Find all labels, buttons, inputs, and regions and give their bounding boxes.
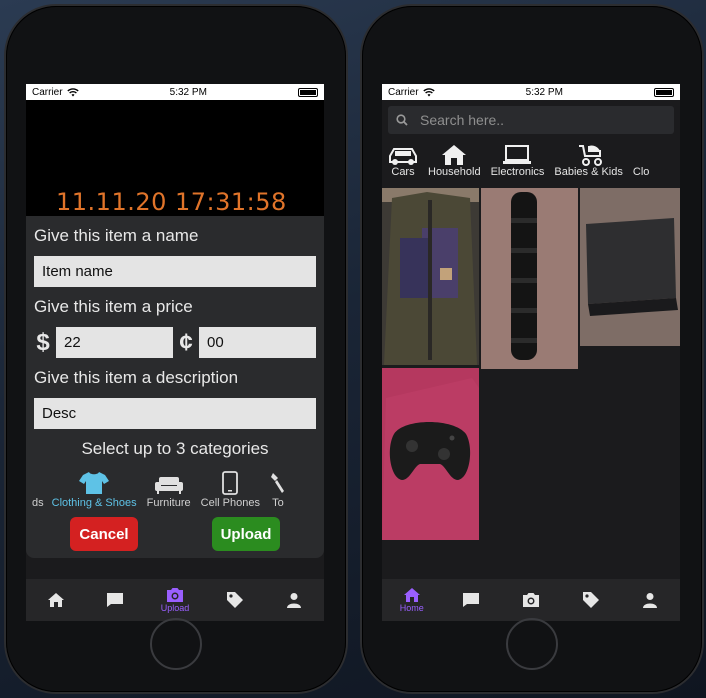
cent-symbol: ¢ [179, 328, 193, 356]
category-clothing-partial[interactable]: Clo [633, 166, 650, 178]
tab-home[interactable] [31, 592, 81, 608]
category-electronics[interactable]: Electronics [491, 144, 544, 178]
category-tools-partial[interactable]: To [270, 471, 286, 509]
foam-roller-photo [481, 188, 578, 369]
category-furniture[interactable]: Furniture [147, 475, 191, 509]
laptop-icon [503, 145, 532, 164]
right-screen: Carrier 5:32 PM Search here.. Cars House… [382, 84, 680, 621]
tab-profile[interactable] [625, 592, 675, 608]
wifi-icon [422, 87, 435, 96]
tab-bar: Home [382, 579, 680, 621]
tab-tags[interactable] [566, 591, 616, 609]
laptop-photo [580, 188, 680, 346]
person-icon [643, 593, 658, 608]
home-icon [403, 588, 420, 602]
carrier-label: Carrier [32, 86, 63, 98]
tab-upload[interactable]: Upload [150, 587, 200, 613]
battery-icon [298, 87, 318, 97]
tag-icon [226, 592, 243, 608]
name-label: Give this item a name [34, 226, 199, 245]
upload-form: Give this item a name Item name Give thi… [26, 216, 324, 558]
car-icon [389, 148, 417, 165]
cancel-button[interactable]: Cancel [70, 517, 138, 551]
home-hardware-button[interactable] [150, 618, 202, 670]
person-icon [287, 593, 302, 608]
category-cell-phones[interactable]: Cell Phones [201, 471, 260, 509]
left-screen: Carrier 5:32 PM 11.11.20 17:31:58 Give t… [26, 84, 324, 621]
tool-icon [270, 473, 284, 493]
category-household[interactable]: Household [428, 144, 481, 178]
tab-home-label: Home [399, 603, 424, 613]
clock: 5:32 PM [169, 86, 207, 98]
tab-messages[interactable] [90, 592, 140, 608]
clock: 5:32 PM [525, 86, 563, 98]
wifi-icon [66, 87, 79, 96]
categories-label: Select up to 3 categories [81, 439, 269, 458]
stroller-icon [578, 145, 602, 166]
camera-icon [522, 593, 539, 607]
camera-icon [166, 588, 183, 602]
house-icon [442, 145, 467, 165]
listing-foam-roller[interactable] [481, 188, 578, 369]
home-hardware-button[interactable] [506, 618, 558, 670]
listing-laptop[interactable] [580, 188, 680, 346]
category-kids-partial[interactable]: ds [32, 497, 44, 509]
search-input[interactable]: Search here.. [420, 112, 504, 128]
controller-photo [382, 368, 479, 540]
camera-preview[interactable]: 11.11.20 17:31:58 [26, 100, 324, 216]
sofa-icon [154, 477, 183, 494]
category-picker[interactable]: ds Clothing & Shoes Furniture Cell Phone… [32, 465, 316, 509]
dollar-field[interactable]: 22 [56, 327, 173, 358]
tab-bar: Upload [26, 579, 324, 621]
tag-icon [582, 592, 599, 608]
cent-field[interactable]: 00 [199, 327, 316, 358]
tab-profile[interactable] [269, 592, 319, 608]
status-bar: Carrier 5:32 PM [26, 84, 324, 100]
tab-home[interactable]: Home [387, 587, 437, 613]
category-babies-kids[interactable]: Babies & Kids [554, 144, 623, 178]
search-bar[interactable]: Search here.. [388, 106, 674, 134]
name-field[interactable]: Item name [34, 256, 316, 287]
search-icon [396, 114, 408, 126]
category-clothing-shoes[interactable]: Clothing & Shoes [52, 471, 137, 509]
category-cars[interactable]: Cars [388, 146, 418, 178]
right-phone: Carrier 5:32 PM Search here.. Cars House… [362, 6, 702, 692]
description-field[interactable]: Desc [34, 398, 316, 429]
category-bar[interactable]: Cars Household Electronics Babies & Kids… [382, 140, 680, 178]
chat-icon [463, 593, 480, 607]
price-label: Give this item a price [34, 297, 193, 316]
shirt-icon [79, 472, 110, 494]
home-icon [47, 593, 64, 607]
price-row: $ 22 ¢ 00 [34, 327, 316, 358]
upload-button[interactable]: Upload [212, 517, 280, 551]
tab-messages[interactable] [446, 592, 496, 608]
form-actions: Cancel Upload [34, 509, 316, 551]
tab-upload[interactable] [506, 592, 556, 608]
battery-icon [654, 87, 674, 97]
jacket-photo [382, 188, 479, 365]
camera-timestamp: 11.11.20 17:31:58 [56, 188, 287, 216]
left-phone: Carrier 5:32 PM 11.11.20 17:31:58 Give t… [6, 6, 346, 692]
phone-icon [222, 471, 239, 495]
listing-controller[interactable] [382, 368, 479, 540]
carrier-label: Carrier [388, 86, 419, 98]
tab-upload-label: Upload [160, 603, 190, 613]
description-label: Give this item a description [34, 368, 239, 387]
tab-tags[interactable] [210, 591, 260, 609]
status-bar: Carrier 5:32 PM [382, 84, 680, 100]
listing-jacket[interactable] [382, 188, 479, 365]
dollar-symbol: $ [36, 328, 50, 356]
chat-icon [107, 593, 124, 607]
